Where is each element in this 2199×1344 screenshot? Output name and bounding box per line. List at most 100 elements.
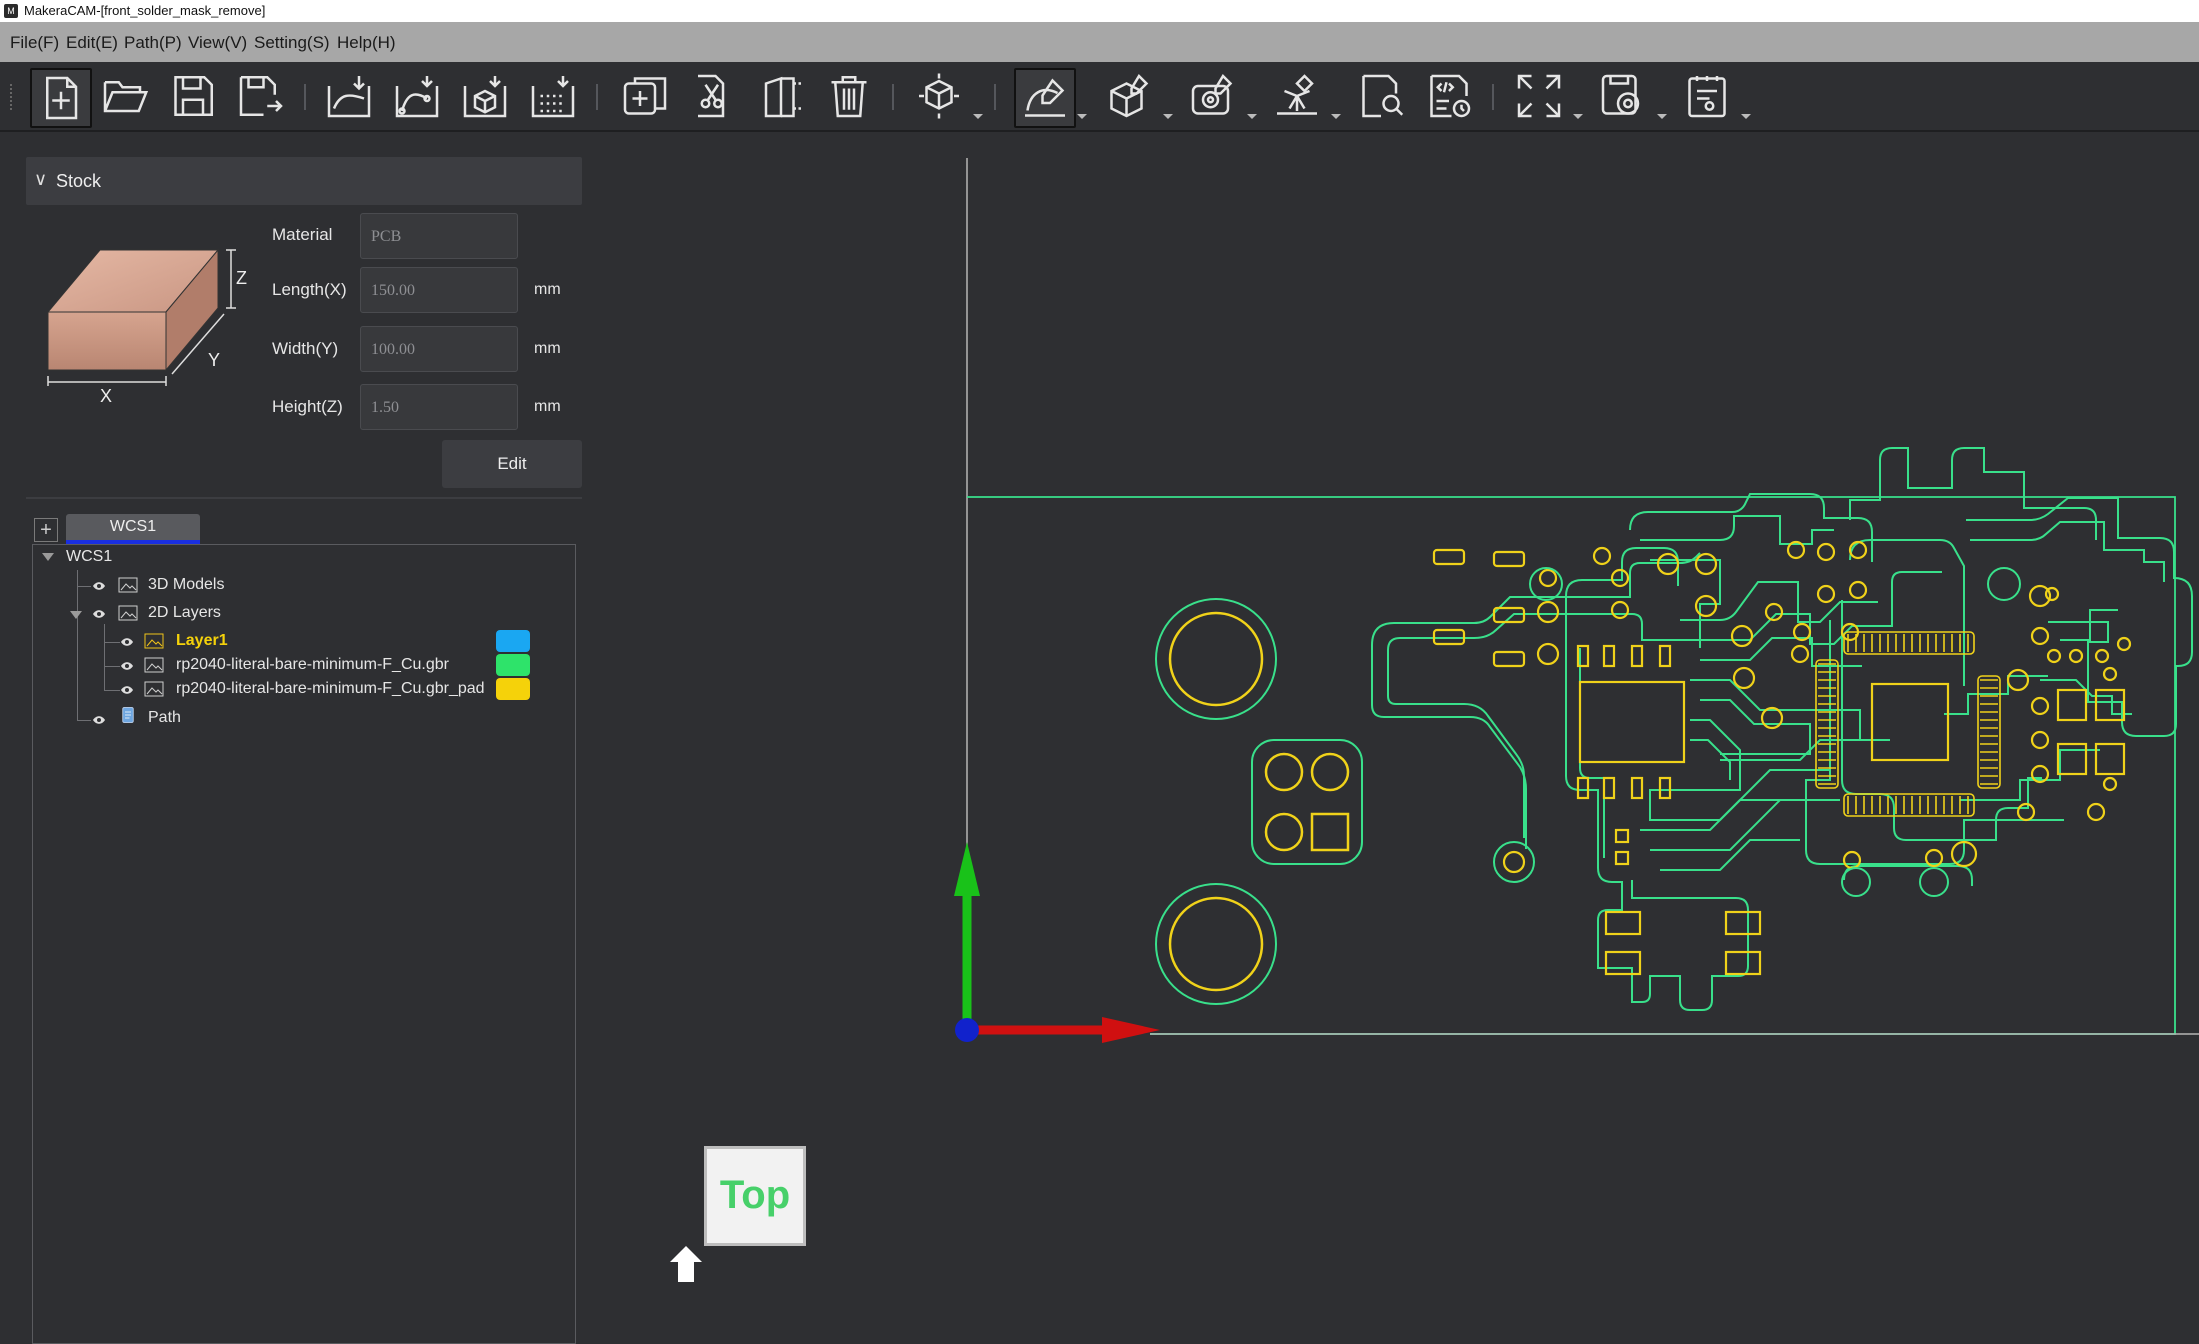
view-cube-top[interactable]: Top (704, 1146, 806, 1246)
laser-dropdown-icon[interactable] (1331, 114, 1341, 119)
view-dropdown-icon[interactable] (973, 114, 983, 119)
add-layer-icon[interactable] (616, 68, 674, 124)
toolbar (0, 62, 2199, 132)
tree-item-wcs1[interactable]: WCS1 (66, 548, 112, 566)
stock-icon[interactable] (752, 68, 810, 124)
tab-wcs1[interactable]: WCS1 (66, 514, 200, 544)
tree-line (77, 720, 91, 721)
save-as-icon[interactable] (232, 68, 290, 124)
path-icon (122, 707, 134, 723)
tree-item-layer1[interactable]: Layer1 (176, 632, 228, 650)
toolbar-separator (1492, 84, 1494, 110)
import-3d-icon[interactable] (456, 68, 514, 124)
eye-icon[interactable] (120, 637, 134, 647)
app-icon: M (4, 4, 18, 18)
file1-color-swatch[interactable] (496, 654, 530, 676)
2d-path-icon[interactable] (1014, 68, 1076, 128)
fullscreen-icon[interactable] (1510, 68, 1568, 124)
window-title: MakeraCAM-[front_solder_mask_remove] (24, 3, 266, 18)
cut-icon[interactable] (684, 68, 742, 124)
tree-line (104, 624, 105, 690)
axis-y-label: Y (208, 350, 221, 370)
file2-color-swatch[interactable] (496, 678, 530, 700)
eye-icon[interactable] (92, 715, 106, 725)
import-2d-icon[interactable] (320, 68, 378, 124)
model-icon (118, 577, 138, 593)
collapse-arrow-icon[interactable] (70, 611, 82, 619)
tree-item-file-fcu-pad[interactable]: rp2040-literal-bare-minimum-F_Cu.gbr_pad (176, 680, 485, 698)
new-file-icon[interactable] (30, 68, 92, 128)
axis-z-label: Z (236, 268, 247, 288)
4axis-dropdown-icon[interactable] (1247, 114, 1257, 119)
title-bar: M MakeraCAM-[front_solder_mask_remove] (0, 0, 2199, 22)
eye-icon[interactable] (92, 609, 106, 619)
width-unit: mm (534, 340, 561, 357)
3d-path-icon[interactable] (1100, 68, 1158, 124)
toolbar-separator (596, 84, 598, 110)
tree-line (77, 570, 78, 720)
material-field[interactable]: PCB (360, 213, 518, 259)
collapse-arrow-icon[interactable] (42, 553, 54, 561)
layer-icon (144, 633, 164, 649)
stock-panel-header[interactable]: ∨ Stock (26, 157, 582, 205)
delete-icon[interactable] (820, 68, 878, 124)
tree-item-file-fcu[interactable]: rp2040-literal-bare-minimum-F_Cu.gbr (176, 656, 449, 674)
axis-x-label: X (100, 386, 113, 406)
x-axis-arrowhead (1102, 1017, 1160, 1043)
import-pointcloud-icon[interactable] (524, 68, 582, 124)
length-field[interactable]: 150.00 (360, 267, 518, 313)
2d-path-dropdown-icon[interactable] (1077, 114, 1087, 119)
tree-line (77, 586, 91, 587)
import-vector-icon[interactable] (388, 68, 446, 124)
4axis-path-icon[interactable] (1184, 68, 1242, 124)
home-view-icon[interactable] (668, 1244, 704, 1284)
tree-item-3d-models[interactable]: 3D Models (148, 576, 224, 594)
report-icon[interactable] (1678, 68, 1736, 124)
gcode-icon[interactable] (1420, 68, 1478, 124)
height-field[interactable]: 1.50 (360, 384, 518, 430)
machine-dropdown-icon[interactable] (1657, 114, 1667, 119)
menu-view[interactable]: View(V) (186, 22, 249, 62)
eye-icon[interactable] (120, 685, 134, 695)
laser-path-icon[interactable] (1268, 68, 1326, 124)
open-folder-icon[interactable] (96, 68, 154, 124)
tree-line (104, 690, 120, 691)
menu-file[interactable]: File(F) (8, 22, 61, 62)
stock-illustration-icon (46, 248, 236, 386)
cad-viewport[interactable] (600, 132, 2199, 1336)
view-cube-icon[interactable] (910, 68, 968, 124)
machine-icon[interactable] (1594, 68, 1652, 124)
tree-item-2d-layers[interactable]: 2D Layers (148, 604, 221, 622)
chevron-down-icon: ∨ (34, 169, 48, 189)
pcb-pads (1432, 540, 2132, 976)
menu-path[interactable]: Path(P) (122, 22, 184, 62)
fullscreen-dropdown-icon[interactable] (1573, 114, 1583, 119)
height-unit: mm (534, 398, 561, 415)
length-unit: mm (534, 281, 561, 298)
divider (26, 497, 582, 499)
save-icon[interactable] (164, 68, 222, 124)
edit-button[interactable]: Edit (442, 440, 582, 488)
eye-icon[interactable] (120, 661, 134, 671)
layer-icon (144, 681, 164, 697)
3d-path-dropdown-icon[interactable] (1163, 114, 1173, 119)
eye-icon[interactable] (92, 581, 106, 591)
tree-item-path[interactable]: Path (148, 709, 181, 727)
y-axis-arrowhead (954, 842, 980, 896)
report-dropdown-icon[interactable] (1741, 114, 1751, 119)
material-label: Material (272, 225, 333, 244)
menu-setting[interactable]: Setting(S) (252, 22, 332, 62)
toolbar-separator (304, 84, 306, 110)
menu-edit[interactable]: Edit(E) (64, 22, 120, 62)
simulate-icon[interactable] (1352, 68, 1410, 124)
layers-icon (118, 605, 138, 621)
layer-icon (144, 657, 164, 673)
width-field[interactable]: 100.00 (360, 326, 518, 372)
flash-chip-pad (1870, 682, 1950, 762)
menu-bar: File(F) Edit(E) Path(P) View(V) Setting(… (0, 22, 2199, 62)
toolbar-grip[interactable] (10, 84, 15, 110)
menu-help[interactable]: Help(H) (335, 22, 398, 62)
add-wcs-button[interactable]: + (34, 518, 58, 542)
mounting-hole (1155, 598, 1277, 720)
layer1-color-swatch[interactable] (496, 630, 530, 652)
